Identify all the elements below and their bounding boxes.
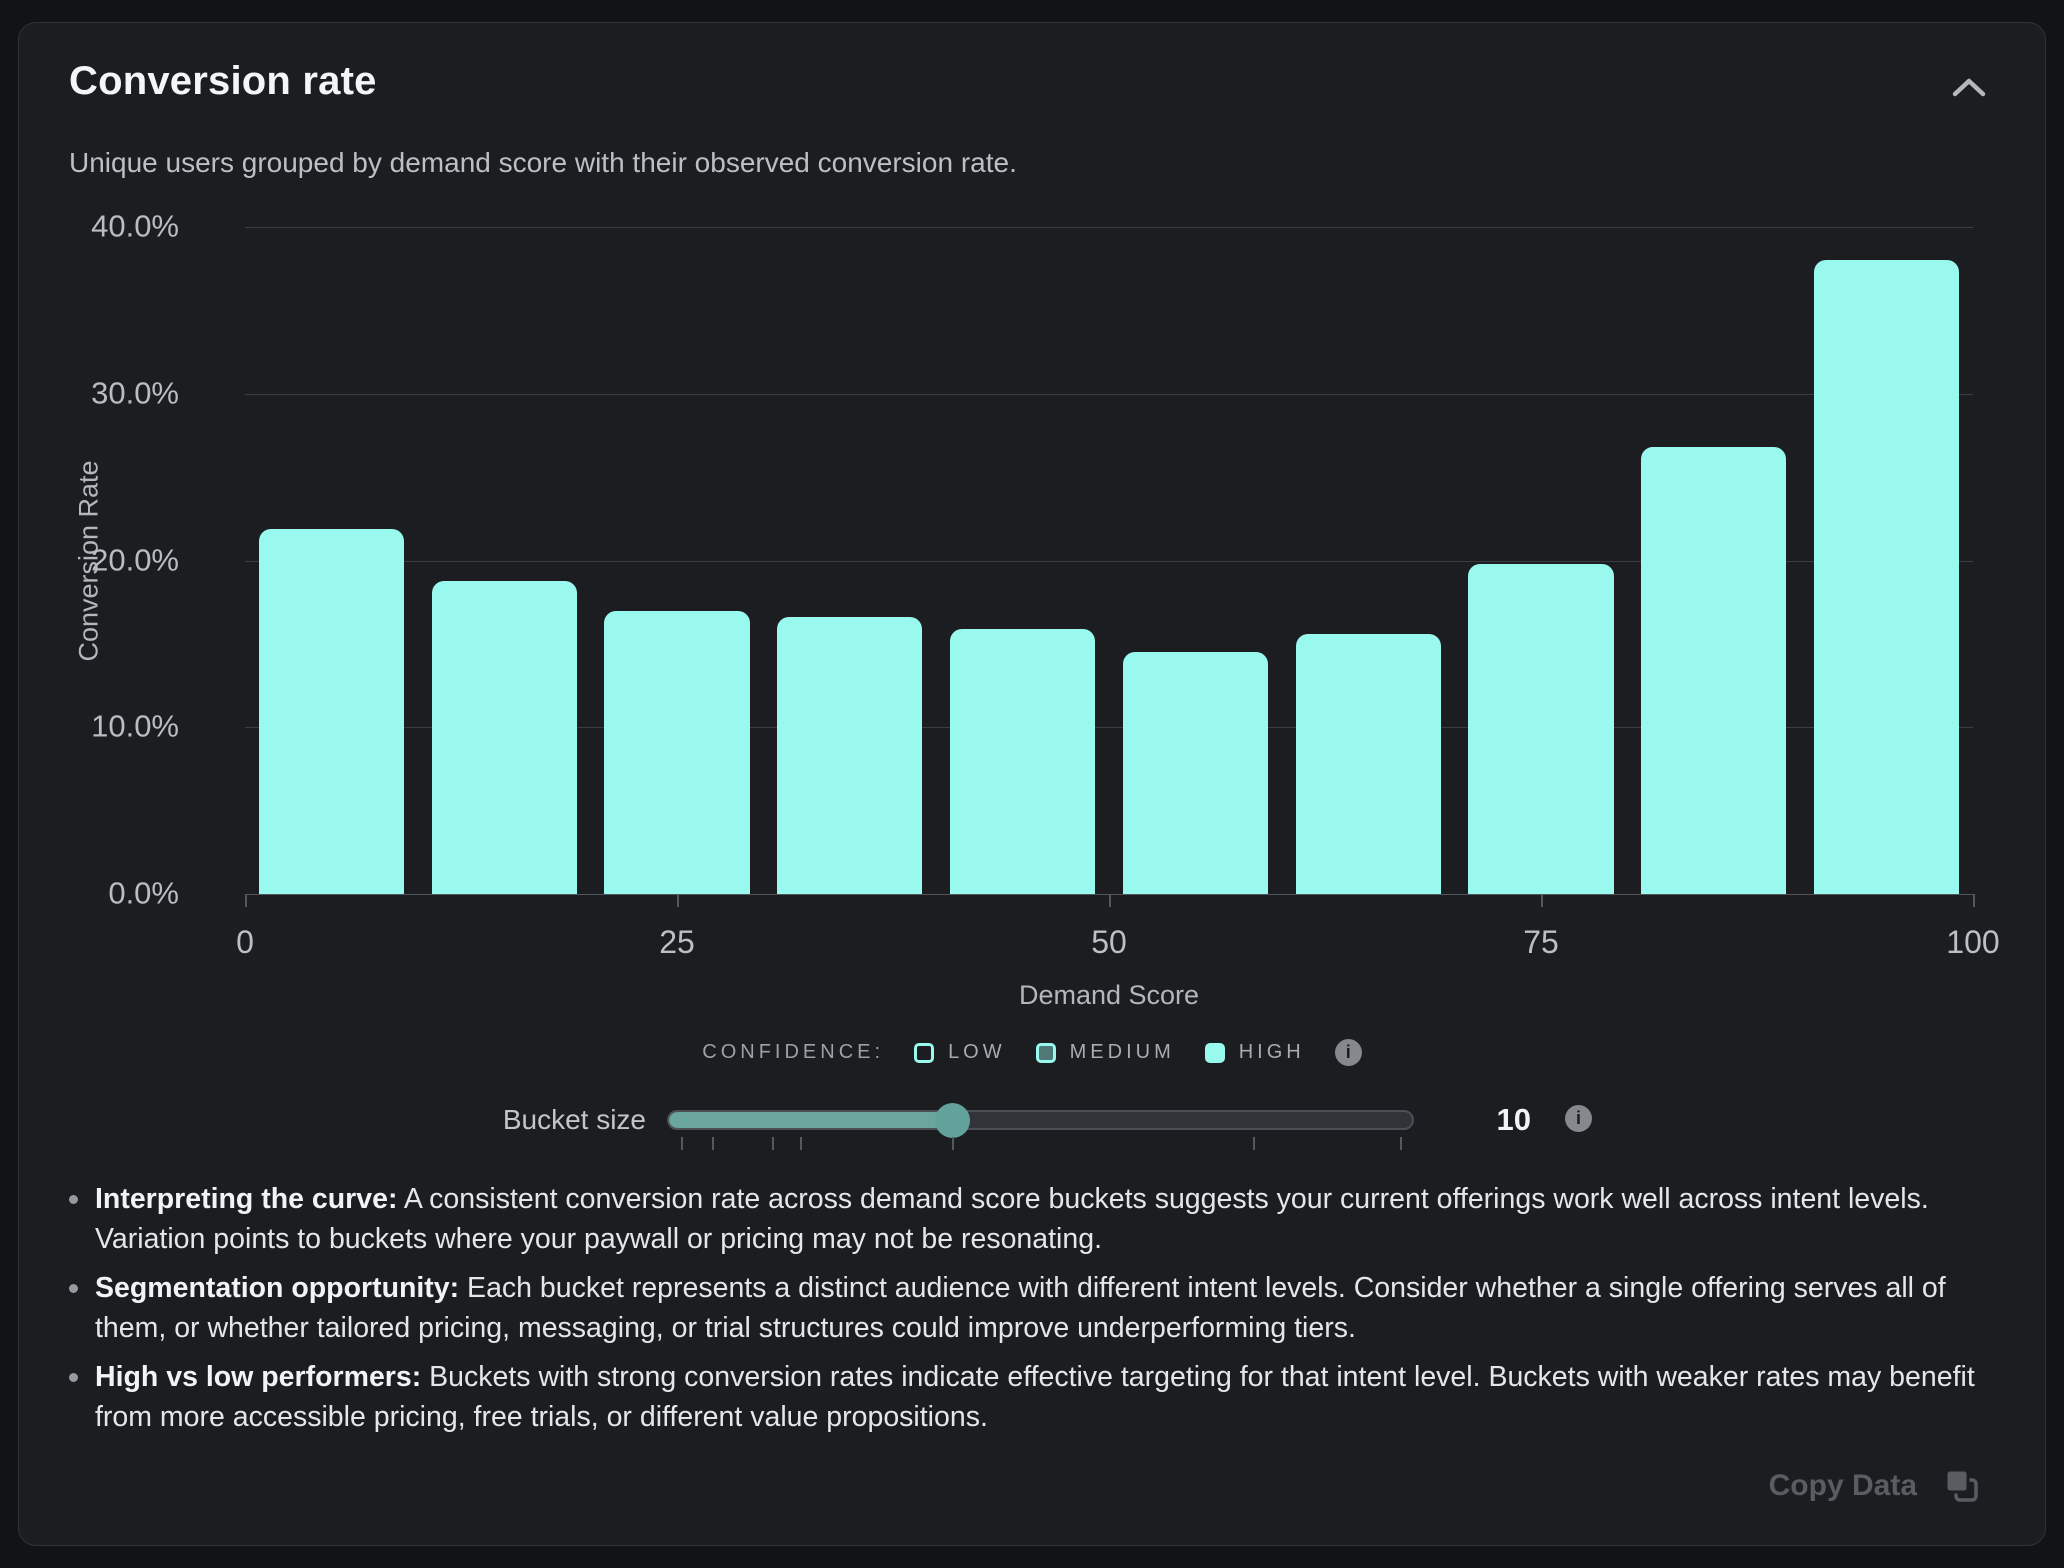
legend-item-label: HIGH [1239,1041,1305,1064]
confidence-info-icon[interactable]: i [1335,1039,1362,1066]
high-confidence-swatch-icon [1205,1043,1225,1063]
slider-tick-mark [772,1137,774,1150]
plot-area: Demand Score 40.0%30.0%20.0%10.0%0.0%025… [245,227,1973,894]
x-tick-mark [1541,894,1543,907]
list-item: High vs low performers: Buckets with str… [67,1357,2002,1437]
legend-title: CONFIDENCE: [702,1041,884,1064]
bar-bucket-70-80[interactable] [1468,564,1613,894]
chevron-up-icon [1947,73,1991,103]
gridline [245,394,1973,395]
x-tick-label: 100 [1946,924,1999,961]
bar-bucket-40-50[interactable] [950,629,1095,894]
slider-fill [669,1112,953,1128]
slider-ticks [667,1137,1414,1153]
x-tick-mark [1973,894,1975,907]
x-tick-mark [245,894,247,907]
note-title: Interpreting the curve: [95,1183,397,1215]
bar-bucket-20-30[interactable] [604,611,749,894]
slider-tick-mark [952,1137,954,1150]
x-tick-mark [1109,894,1111,907]
page-title: Conversion rate [69,59,377,104]
chart-subtitle: Unique users grouped by demand score wit… [69,147,1017,179]
bucket-size-control: Bucket size 10 i [19,1095,2045,1179]
bar-bucket-80-90[interactable] [1641,447,1786,894]
bar-bucket-50-60[interactable] [1123,652,1268,894]
copy-data-label: Copy Data [1769,1469,1917,1503]
medium-confidence-swatch-icon [1036,1043,1056,1063]
x-tick-label: 25 [659,924,695,961]
note-title: Segmentation opportunity: [95,1272,459,1304]
gridline [245,227,1973,228]
legend-item-label: MEDIUM [1070,1041,1175,1064]
x-tick-label: 75 [1523,924,1559,961]
conversion-rate-card: Conversion rate Unique users grouped by … [18,22,2046,1546]
legend-item-low[interactable]: LOW [914,1041,1006,1064]
insights-list: Interpreting the curve: A consistent con… [67,1179,2002,1446]
x-tick-label: 50 [1091,924,1127,961]
y-tick-label: 30.0% [91,375,179,411]
bar-bucket-90-100[interactable] [1814,260,1959,894]
bucket-size-slider[interactable] [667,1110,1414,1130]
x-axis-title: Demand Score [1019,980,1199,1011]
slider-tick-mark [1400,1137,1402,1150]
y-tick-label: 10.0% [91,709,179,745]
slider-tick-mark [712,1137,714,1150]
copy-data-button[interactable]: Copy Data [1769,1467,1981,1505]
confidence-legend: CONFIDENCE: LOW MEDIUM HIGH i [19,1039,2045,1066]
list-item: Interpreting the curve: A consistent con… [67,1179,2002,1259]
list-item: Segmentation opportunity: Each bucket re… [67,1268,2002,1348]
page: Conversion rate Unique users grouped by … [0,0,2064,1568]
legend-item-medium[interactable]: MEDIUM [1036,1041,1175,1064]
x-tick-mark [677,894,679,907]
slider-thumb[interactable] [935,1103,970,1138]
x-tick-label: 0 [236,924,254,961]
slider-tick-mark [1253,1137,1255,1150]
collapse-button[interactable] [1947,73,1991,103]
note-title: High vs low performers: [95,1361,421,1393]
legend-item-label: LOW [948,1041,1006,1064]
legend-item-high[interactable]: HIGH [1205,1041,1305,1064]
bucket-size-value: 10 [1439,1102,1531,1138]
bucket-size-label: Bucket size [411,1104,646,1136]
bar-bucket-60-70[interactable] [1296,634,1441,894]
bar-bucket-30-40[interactable] [777,617,922,894]
slider-tick-mark [681,1137,683,1150]
y-tick-label: 40.0% [91,208,179,244]
y-tick-label: 20.0% [91,542,179,578]
bar-bucket-10-20[interactable] [432,581,577,894]
low-confidence-swatch-icon [914,1043,934,1063]
y-tick-label: 0.0% [108,875,179,911]
copy-icon [1943,1467,1981,1505]
slider-tick-mark [800,1137,802,1150]
bucket-size-info-icon[interactable]: i [1565,1105,1592,1132]
bar-bucket-0-10[interactable] [259,529,404,894]
